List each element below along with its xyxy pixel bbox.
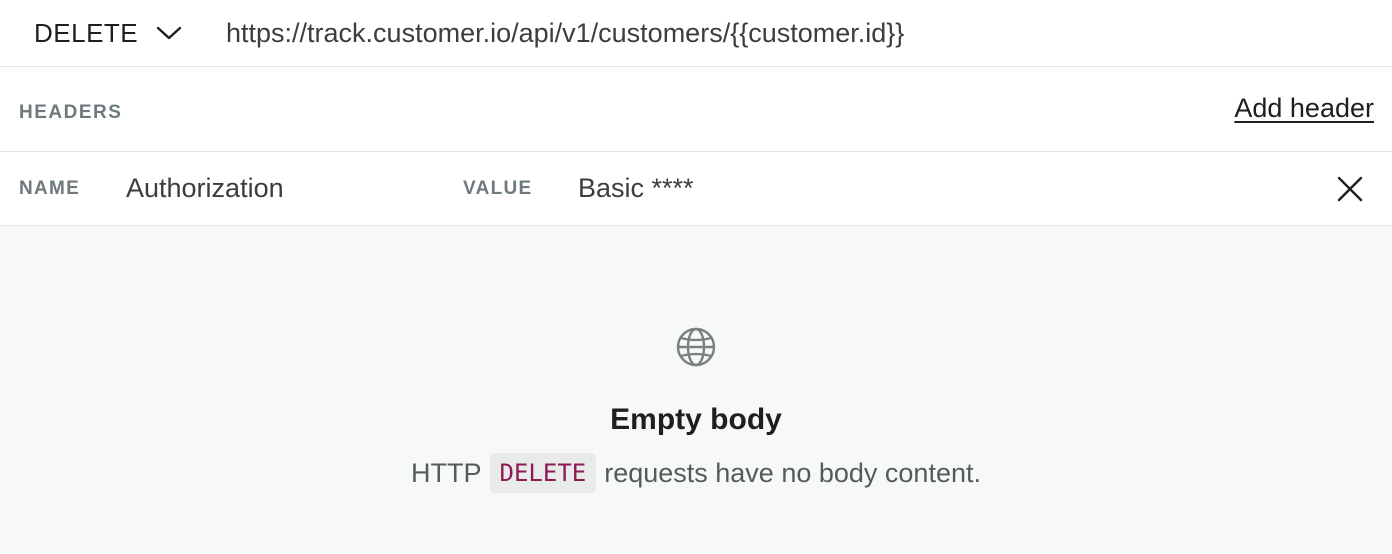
method-code-chip: DELETE <box>489 453 597 493</box>
body-panel: Empty body HTTP DELETE requests have no … <box>0 226 1392 553</box>
header-value-input[interactable]: Basic **** <box>578 173 694 204</box>
remove-header-button[interactable] <box>1334 173 1366 205</box>
add-header-link[interactable]: Add header <box>1234 93 1374 124</box>
method-dropdown[interactable]: DELETE <box>0 0 226 66</box>
headers-title: HEADERS <box>19 102 123 123</box>
url-input[interactable]: https://track.customer.io/api/v1/custome… <box>226 18 904 49</box>
header-row: NAME Authorization VALUE Basic **** <box>0 152 1392 226</box>
header-name-label: NAME <box>19 177 81 199</box>
empty-body-description: HTTP DELETE requests have no body conten… <box>411 453 981 493</box>
desc-prefix: HTTP <box>411 457 482 488</box>
desc-suffix: requests have no body content. <box>604 457 981 488</box>
chevron-down-icon <box>156 20 182 46</box>
request-bar: DELETE https://track.customer.io/api/v1/… <box>0 0 1392 67</box>
method-label: DELETE <box>34 17 139 48</box>
close-icon <box>1337 176 1363 201</box>
header-name-input[interactable]: Authorization <box>126 173 284 204</box>
header-value-label: VALUE <box>463 177 533 199</box>
headers-section-header: HEADERS Add header <box>0 67 1392 152</box>
globe-icon <box>676 327 716 367</box>
empty-body-title: Empty body <box>610 403 782 436</box>
